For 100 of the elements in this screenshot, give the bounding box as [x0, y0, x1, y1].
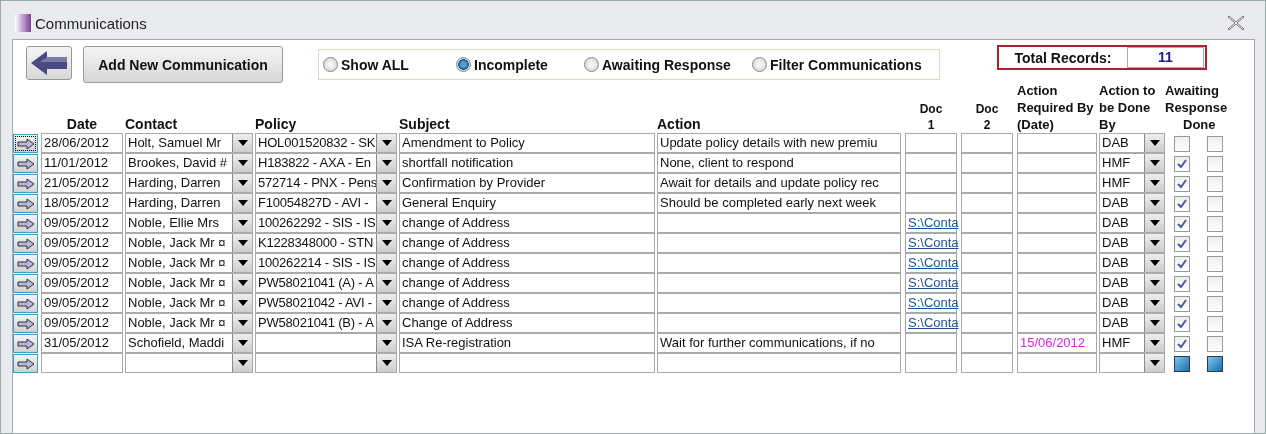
subject-field[interactable]: shortfall notification: [399, 153, 655, 173]
awaiting-checkbox[interactable]: [1174, 296, 1190, 312]
contact-field[interactable]: Noble, Jack Mr ¤: [125, 233, 253, 253]
awaiting-checkbox[interactable]: [1174, 196, 1190, 212]
dropdown-button[interactable]: [232, 294, 252, 312]
dropdown-button[interactable]: [1144, 214, 1164, 232]
required-by-field[interactable]: 15/06/2012: [1017, 333, 1097, 353]
dropdown-button[interactable]: [232, 334, 252, 352]
close-icon[interactable]: [1227, 15, 1245, 31]
done-checkbox[interactable]: [1207, 296, 1223, 312]
doc-field[interactable]: [961, 353, 1013, 373]
record-selector-button[interactable]: [13, 134, 38, 153]
subject-field[interactable]: ISA Re-registration: [399, 333, 655, 353]
subject-field[interactable]: change of Address: [399, 293, 655, 313]
action-field[interactable]: [657, 313, 901, 333]
required-by-field[interactable]: [1017, 233, 1097, 253]
dropdown-button[interactable]: [1144, 134, 1164, 152]
required-by-field[interactable]: [1017, 313, 1097, 333]
policy-field[interactable]: F10054827D - AVI -: [255, 193, 397, 213]
action-field[interactable]: Should be completed early next week: [657, 193, 901, 213]
done-by-field[interactable]: HMF: [1099, 153, 1165, 173]
done-checkbox[interactable]: [1207, 176, 1223, 192]
policy-field[interactable]: PW58021041 (A) - A: [255, 273, 397, 293]
filter-radio[interactable]: Incomplete: [456, 56, 584, 73]
dropdown-button[interactable]: [232, 214, 252, 232]
dropdown-button[interactable]: [376, 134, 396, 152]
awaiting-checkbox[interactable]: [1174, 216, 1190, 232]
date-field[interactable]: 09/05/2012: [41, 293, 123, 313]
record-selector-button[interactable]: [13, 314, 38, 333]
record-selector-button[interactable]: [13, 154, 38, 173]
doc-field[interactable]: [961, 213, 1013, 233]
record-selector-button[interactable]: [13, 274, 38, 293]
dropdown-button[interactable]: [376, 314, 396, 332]
dropdown-button[interactable]: [1144, 274, 1164, 292]
done-checkbox[interactable]: [1207, 336, 1223, 352]
policy-field[interactable]: H183822 - AXA - En: [255, 153, 397, 173]
action-field[interactable]: [657, 213, 901, 233]
doc-field[interactable]: [961, 253, 1013, 273]
dropdown-button[interactable]: [232, 314, 252, 332]
done-by-field[interactable]: DAB: [1099, 233, 1165, 253]
back-button[interactable]: [26, 46, 72, 80]
filter-radio[interactable]: Show ALL: [323, 56, 456, 73]
done-checkbox[interactable]: [1207, 316, 1223, 332]
subject-field[interactable]: change of Address: [399, 253, 655, 273]
doc-field[interactable]: [905, 133, 957, 153]
record-selector-button[interactable]: [13, 174, 38, 193]
record-selector-button[interactable]: [13, 214, 38, 233]
dropdown-button[interactable]: [376, 234, 396, 252]
dropdown-button[interactable]: [376, 194, 396, 212]
dropdown-button[interactable]: [376, 294, 396, 312]
dropdown-button[interactable]: [232, 274, 252, 292]
date-field[interactable]: 18/05/2012: [41, 193, 123, 213]
done-by-field[interactable]: DAB: [1099, 293, 1165, 313]
dropdown-button[interactable]: [1144, 254, 1164, 272]
dropdown-button[interactable]: [376, 334, 396, 352]
doc-field[interactable]: [905, 153, 957, 173]
required-by-field[interactable]: [1017, 253, 1097, 273]
record-selector-button[interactable]: [13, 254, 38, 273]
subject-field[interactable]: [399, 353, 655, 373]
policy-field[interactable]: 100262292 - SIS - IS: [255, 213, 397, 233]
contact-field[interactable]: Noble, Jack Mr ¤: [125, 273, 253, 293]
required-by-field[interactable]: [1017, 193, 1097, 213]
done-checkbox[interactable]: [1207, 356, 1223, 372]
contact-field[interactable]: Noble, Jack Mr ¤: [125, 293, 253, 313]
dropdown-button[interactable]: [376, 254, 396, 272]
subject-field[interactable]: change of Address: [399, 273, 655, 293]
date-field[interactable]: [41, 353, 123, 373]
subject-field[interactable]: Amendment to Policy: [399, 133, 655, 153]
policy-field[interactable]: PW58021042 - AVI -: [255, 293, 397, 313]
awaiting-checkbox[interactable]: [1174, 336, 1190, 352]
required-by-field[interactable]: [1017, 273, 1097, 293]
contact-field[interactable]: Brookes, David #: [125, 153, 253, 173]
dropdown-button[interactable]: [1144, 194, 1164, 212]
dropdown-button[interactable]: [1144, 154, 1164, 172]
awaiting-checkbox[interactable]: [1174, 356, 1190, 372]
required-by-field[interactable]: [1017, 293, 1097, 313]
awaiting-checkbox[interactable]: [1174, 316, 1190, 332]
action-field[interactable]: Await for details and update policy rec: [657, 173, 901, 193]
awaiting-checkbox[interactable]: [1174, 176, 1190, 192]
doc-field[interactable]: [961, 273, 1013, 293]
subject-field[interactable]: change of Address: [399, 233, 655, 253]
doc-field[interactable]: [961, 293, 1013, 313]
done-by-field[interactable]: DAB: [1099, 133, 1165, 153]
done-by-field[interactable]: HMF: [1099, 173, 1165, 193]
dropdown-button[interactable]: [1144, 174, 1164, 192]
date-field[interactable]: 09/05/2012: [41, 273, 123, 293]
dropdown-button[interactable]: [232, 134, 252, 152]
action-field[interactable]: [657, 233, 901, 253]
policy-field[interactable]: 572714 - PNX - Pens: [255, 173, 397, 193]
contact-field[interactable]: Harding, Darren: [125, 193, 253, 213]
policy-field[interactable]: PW58021041 (B) - A: [255, 313, 397, 333]
required-by-field[interactable]: [1017, 153, 1097, 173]
awaiting-checkbox[interactable]: [1174, 276, 1190, 292]
dropdown-button[interactable]: [1144, 294, 1164, 312]
dropdown-button[interactable]: [1144, 354, 1164, 372]
dropdown-button[interactable]: [1144, 334, 1164, 352]
date-field[interactable]: 09/05/2012: [41, 213, 123, 233]
doc-field[interactable]: [905, 173, 957, 193]
date-field[interactable]: 31/05/2012: [41, 333, 123, 353]
done-by-field[interactable]: DAB: [1099, 273, 1165, 293]
